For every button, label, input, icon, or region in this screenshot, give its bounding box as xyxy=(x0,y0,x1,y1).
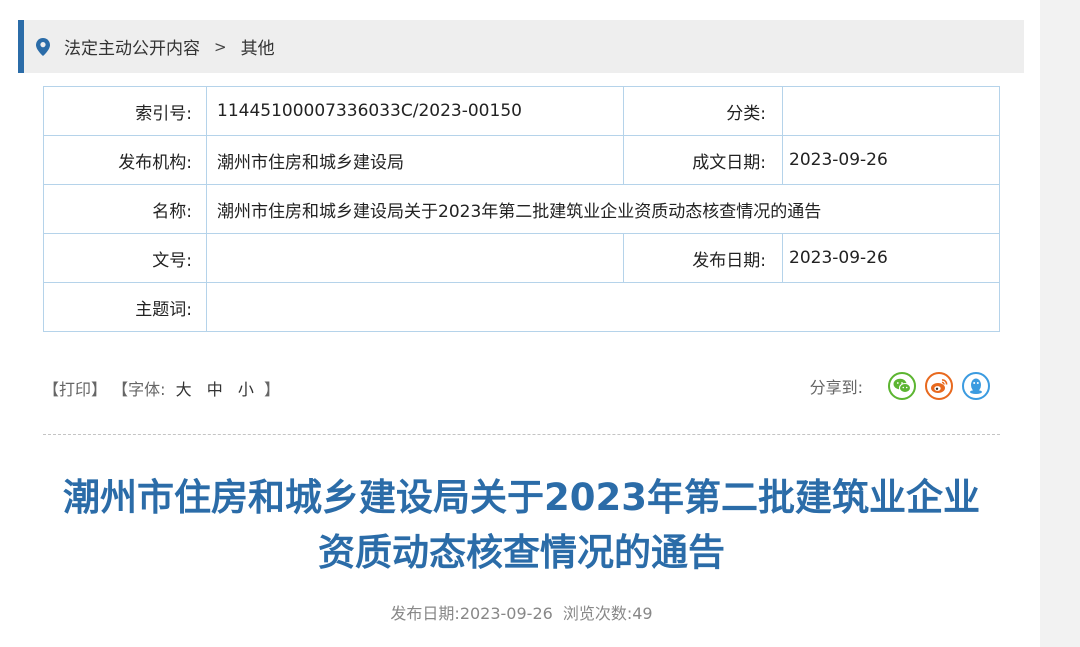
breadcrumb-current: 其他 xyxy=(240,39,275,59)
table-row: 索引号: 11445100007336033C/2023-00150 分类: xyxy=(43,86,1000,136)
index-label: 索引号: xyxy=(43,86,207,136)
table-row: 名称: 潮州市住房和城乡建设局关于2023年第二批建筑业企业资质动态核查情况的通… xyxy=(43,184,1000,234)
qq-icon[interactable] xyxy=(962,372,990,400)
print-button[interactable]: 【打印】 xyxy=(43,380,107,399)
article-title: 潮州市住房和城乡建设局关于2023年第二批建筑业企业 资质动态核查情况的通告 xyxy=(43,470,1000,580)
written-date-value: 2023-09-26 xyxy=(782,135,1000,185)
written-date-label: 成文日期: xyxy=(623,135,783,185)
agency-value: 潮州市住房和城乡建设局 xyxy=(206,135,624,185)
font-size-prefix: 【字体: xyxy=(112,380,166,399)
category-value xyxy=(782,86,1000,136)
article-title-line-2: 资质动态核查情况的通告 xyxy=(318,531,725,574)
breadcrumb: 法定主动公开内容 > 其他 xyxy=(18,20,1024,73)
chevron-right-icon: > xyxy=(214,37,227,56)
keywords-label: 主题词: xyxy=(43,282,207,332)
font-size-suffix: 】 xyxy=(263,380,280,399)
table-row: 文号: 发布日期: 2023-09-26 xyxy=(43,233,1000,283)
article-title-line-1: 潮州市住房和城乡建设局关于2023年第二批建筑业企业 xyxy=(63,476,980,519)
index-value: 11445100007336033C/2023-00150 xyxy=(206,86,624,136)
weibo-icon[interactable] xyxy=(925,372,953,400)
article-toolbar: 【打印】 【字体: 大 中 小 】 分享到: xyxy=(43,372,1000,400)
doc-no-label: 文号: xyxy=(43,233,207,283)
name-value: 潮州市住房和城乡建设局关于2023年第二批建筑业企业资质动态核查情况的通告 xyxy=(206,184,1000,234)
keywords-value xyxy=(206,282,1000,332)
page: 法定主动公开内容 > 其他 索引号: 11445100007336033C/20… xyxy=(0,0,1040,647)
breadcrumb-section-link[interactable]: 法定主动公开内容 xyxy=(64,34,200,59)
toolbar-actions: 【打印】 【字体: 大 中 小 】 xyxy=(43,376,280,400)
font-size-medium-button[interactable]: 中 xyxy=(207,380,223,399)
category-label: 分类: xyxy=(623,86,783,136)
name-label: 名称: xyxy=(43,184,207,234)
table-row: 发布机构: 潮州市住房和城乡建设局 成文日期: 2023-09-26 xyxy=(43,135,1000,185)
font-size-large-button[interactable]: 大 xyxy=(176,380,192,399)
view-count-info: 浏览次数:49 xyxy=(562,604,653,623)
publish-date-info: 发布日期:2023-09-26 xyxy=(390,604,553,623)
dashed-divider xyxy=(43,434,1000,435)
share-label: 分享到: xyxy=(809,378,863,397)
doc-no-value xyxy=(206,233,624,283)
article-publish-info: 发布日期:2023-09-26 浏览次数:49 xyxy=(43,600,1000,624)
wechat-icon[interactable] xyxy=(888,372,916,400)
agency-label: 发布机构: xyxy=(43,135,207,185)
document-meta-table: 索引号: 11445100007336033C/2023-00150 分类: 发… xyxy=(43,86,1000,332)
share-bar: 分享到: xyxy=(810,372,990,400)
location-pin-icon xyxy=(36,37,50,56)
publish-date-value: 2023-09-26 xyxy=(782,233,1000,283)
publish-date-label: 发布日期: xyxy=(623,233,783,283)
table-row: 主题词: xyxy=(43,282,1000,332)
font-size-small-button[interactable]: 小 xyxy=(238,380,254,399)
